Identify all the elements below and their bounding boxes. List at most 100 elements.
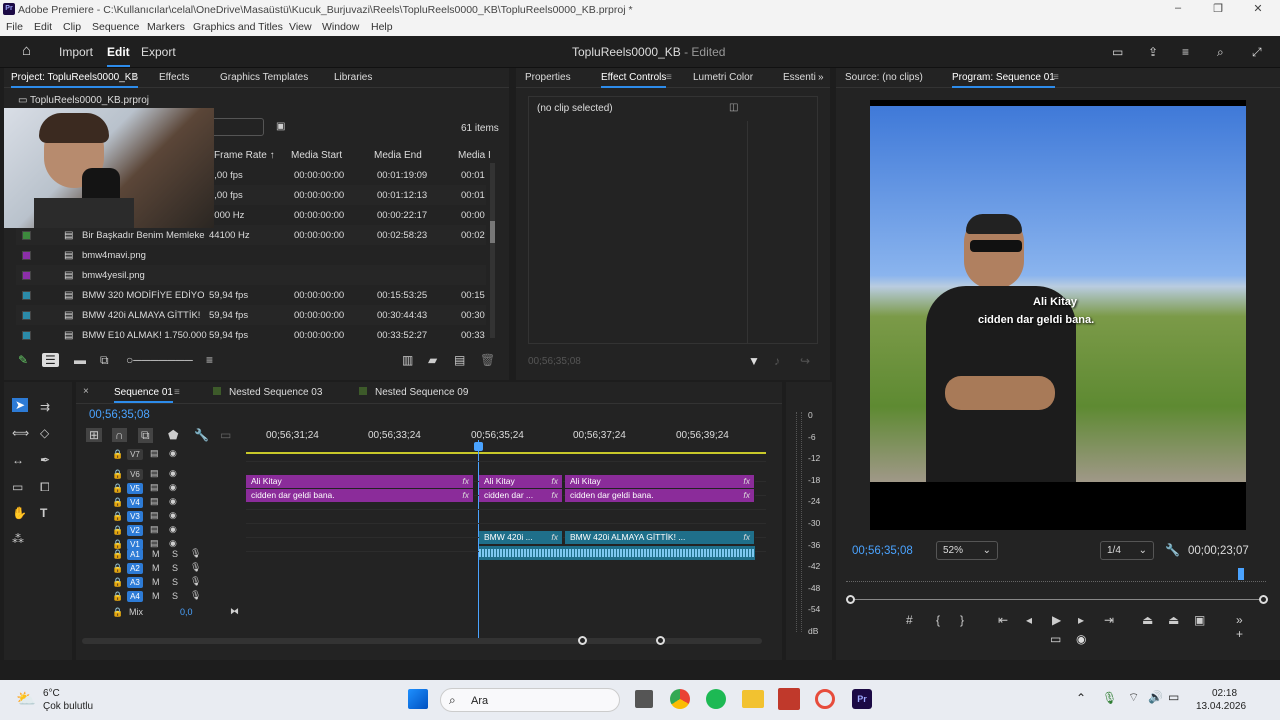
close-icon[interactable]: ✕ — [1248, 2, 1268, 15]
clock-date[interactable]: 13.04.2026 — [1196, 701, 1246, 712]
lock-icon[interactable]: 🔒 — [112, 469, 123, 480]
tab-essential[interactable]: Essenti — [783, 72, 816, 83]
more-icon[interactable]: » + — [1236, 613, 1246, 641]
mute-button[interactable]: M — [152, 549, 160, 559]
eye-icon[interactable]: ◉ — [169, 448, 177, 459]
track-label[interactable]: V6 — [127, 469, 143, 480]
selection-tool-icon[interactable]: ➤ — [12, 398, 29, 412]
explorer-icon[interactable] — [742, 690, 764, 708]
filter-icon[interactable]: ▼ — [748, 354, 760, 368]
solo-button[interactable]: S — [172, 591, 178, 601]
toggle-timeline-icon[interactable]: ◫ — [729, 102, 738, 113]
sync-icon[interactable]: ▤ — [150, 448, 159, 459]
tab-project[interactable]: Project: TopluReels0000_KB — [11, 72, 139, 88]
tab-nested-09[interactable]: Nested Sequence 09 — [375, 387, 468, 398]
clip-v1-video-2[interactable]: BMW 420i ALMAYA GİTTİK! ... fx — [565, 531, 755, 544]
menu-view[interactable]: View — [289, 21, 312, 33]
search-box[interactable]: ⌕ Ara — [440, 688, 620, 712]
tab-properties[interactable]: Properties — [525, 72, 571, 83]
ripple-edit-icon[interactable]: ⟺ — [12, 426, 29, 440]
solo-button[interactable]: S — [172, 549, 178, 559]
menu-clip[interactable]: Clip — [63, 21, 81, 33]
clip-v4-caption-2[interactable]: cidden dar ... fx — [479, 489, 563, 502]
obs-icon[interactable] — [815, 689, 835, 709]
clip-v4-caption-3[interactable]: cidden dar geldi bana. fx — [565, 489, 755, 502]
clip-v5-title-2[interactable]: Ali Kitay fx — [479, 475, 563, 488]
new-bin-icon[interactable]: ▰ — [428, 353, 437, 367]
clip-v5-title[interactable]: Ali Kitay fx — [246, 475, 474, 488]
fullscreen-icon[interactable]: ⤢ — [1252, 45, 1262, 60]
mute-button[interactable]: M — [152, 577, 160, 587]
go-to-out-icon[interactable]: ⇥ — [1104, 613, 1114, 627]
nest-icon[interactable]: ⊞ — [86, 428, 103, 442]
trash-icon[interactable]: 🗑 — [480, 353, 495, 367]
clip-v5-title-3[interactable]: Ali Kitay fx — [565, 475, 755, 488]
clip-a1-audio[interactable] — [479, 546, 755, 560]
lock-icon[interactable]: 🔒 — [112, 549, 123, 560]
mic-icon[interactable]: 🎙 — [1102, 691, 1117, 705]
new-item-icon[interactable]: ▤ — [454, 353, 465, 367]
clock-time[interactable]: 02:18 — [1212, 688, 1237, 699]
eye-icon[interactable]: ◉ — [169, 468, 177, 479]
snap-icon[interactable]: ∩ — [112, 428, 127, 442]
project-row[interactable]: ▤ bmw4yesil.png — [16, 265, 486, 285]
mix-value[interactable]: 0,0 — [180, 607, 193, 617]
remix-icon[interactable]: ⁂ — [12, 532, 24, 546]
mute-button[interactable]: M — [152, 563, 160, 573]
eye-icon[interactable]: ◉ — [169, 496, 177, 507]
eye-icon[interactable]: ◉ — [169, 510, 177, 521]
lock-icon[interactable]: 🔒 — [112, 591, 123, 602]
pen-icon[interactable]: ✒ — [40, 453, 50, 467]
task-view-icon[interactable] — [635, 690, 653, 708]
solo-button[interactable]: S — [172, 563, 178, 573]
tab-sequence-01[interactable]: Sequence 01 — [114, 387, 173, 403]
menu-sequence[interactable]: Sequence — [92, 21, 139, 33]
tab-lumetri-color[interactable]: Lumetri Color — [693, 72, 753, 83]
battery-icon[interactable]: ▭ — [1168, 690, 1179, 704]
clip-v1-video[interactable]: BMW 420i ... fx — [479, 531, 563, 544]
export-frame-icon[interactable]: ▣ — [1194, 613, 1205, 627]
tab-effects[interactable]: Effects — [159, 72, 189, 83]
marker-icon[interactable]: # — [906, 613, 913, 627]
mic-icon[interactable]: 🎙 — [190, 562, 201, 573]
voicemeeter-icon[interactable] — [778, 688, 800, 710]
safe-margins-icon[interactable]: ▭ — [1050, 632, 1061, 646]
tab-graphics-templates[interactable]: Graphics Templates — [220, 72, 308, 83]
playhead-timecode[interactable]: 00;56;35;08 — [852, 545, 913, 557]
zoom-select[interactable]: 52% ⌄ — [936, 541, 998, 560]
home-icon[interactable]: ⌂ — [22, 42, 31, 59]
menu-file[interactable]: File — [6, 21, 23, 33]
eye-icon[interactable]: ◉ — [169, 524, 177, 535]
tab-nested-03[interactable]: Nested Sequence 03 — [229, 387, 322, 398]
volume-icon[interactable]: 🔊 — [1148, 690, 1163, 704]
lock-icon[interactable]: 🔒 — [112, 577, 123, 588]
icon-view-icon[interactable]: ▬ — [74, 353, 86, 367]
play-icon[interactable]: ▶ — [1052, 613, 1061, 627]
project-row[interactable]: ▤ BMW 320 MODİFİYE EDİYO 59,94 fps 00:00… — [16, 285, 486, 305]
eye-icon[interactable]: ◉ — [169, 482, 177, 493]
solo-button[interactable]: S — [172, 577, 178, 587]
hand-icon[interactable]: ✋ — [12, 506, 27, 520]
monitor-ruler[interactable] — [846, 572, 1266, 582]
mark-out-icon[interactable]: } — [960, 613, 964, 627]
bin-icon[interactable]: ▣ — [276, 121, 285, 132]
go-to-in-icon[interactable]: ⇤ — [998, 613, 1008, 627]
track-label[interactable]: A2 — [127, 563, 143, 574]
step-back-icon[interactable]: ◂ — [1026, 613, 1032, 627]
linked-icon[interactable]: ⧉ — [138, 428, 153, 443]
add-marker-icon[interactable]: ⬟ — [168, 428, 178, 442]
step-forward-icon[interactable]: ▸ — [1078, 613, 1084, 627]
project-row[interactable]: ▤ BMW 420i ALMAYA GİTTİK! 59,94 fps 00:0… — [16, 305, 486, 325]
tab-program[interactable]: Program: Sequence 01 — [952, 72, 1055, 88]
track-label[interactable]: V2 — [127, 525, 143, 536]
track-label[interactable]: A4 — [127, 591, 143, 602]
zoom-slider[interactable]: ○─────── — [126, 353, 193, 367]
mute-button[interactable]: M — [152, 591, 160, 601]
import-tab[interactable]: Import — [59, 45, 93, 59]
track-label[interactable]: A1 — [127, 549, 143, 560]
track-label[interactable]: V3 — [127, 511, 143, 522]
track-label[interactable]: A3 — [127, 577, 143, 588]
menu-edit[interactable]: Edit — [34, 21, 52, 33]
mic-icon[interactable]: 🎙 — [190, 548, 201, 559]
project-row[interactable]: ▤ Bir Başkadır Benim Memleke 44100 Hz 00… — [16, 225, 486, 245]
